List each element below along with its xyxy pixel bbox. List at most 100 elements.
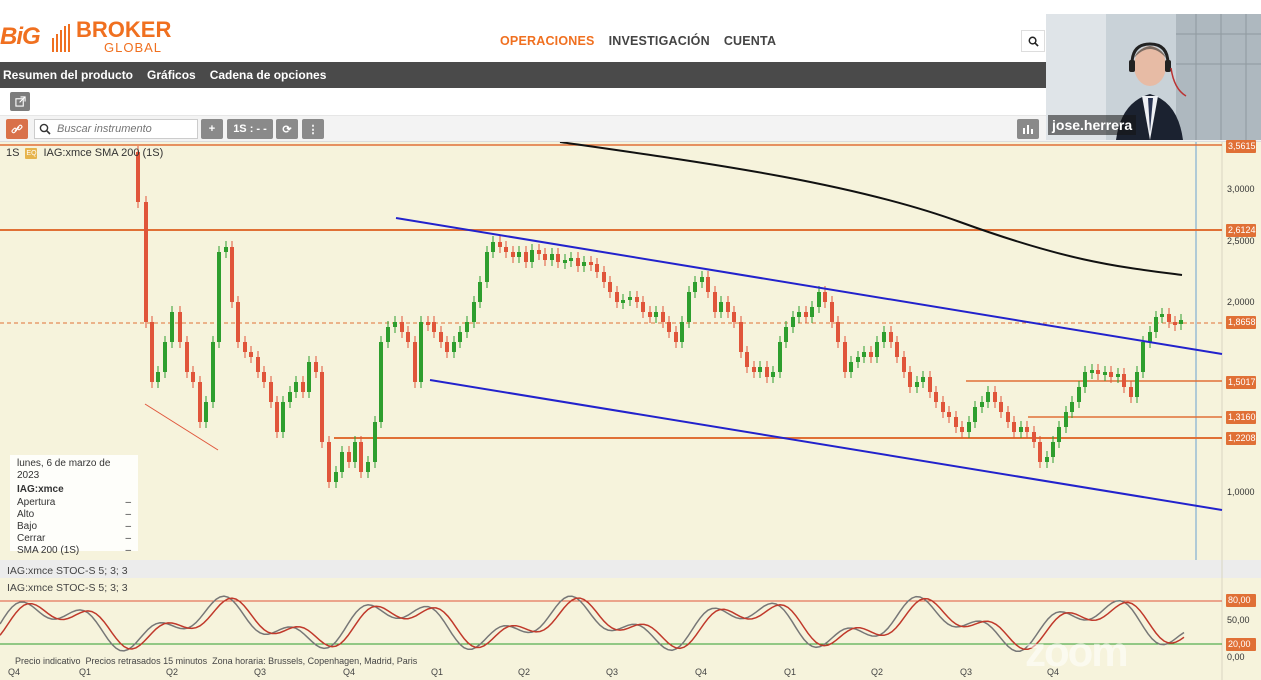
candle-body	[784, 327, 788, 342]
chart-symbol-line: IAG:xmce SMA 200 (1S)	[43, 147, 164, 159]
candle-body	[1083, 372, 1087, 387]
candle-body	[661, 312, 665, 322]
candle-body	[419, 322, 423, 382]
candle-body	[452, 342, 456, 352]
tooltip-symbol: IAG:xmce	[17, 484, 64, 495]
nav-operaciones[interactable]: OPERACIONES	[500, 34, 595, 48]
candle-body	[359, 442, 363, 472]
more-options-button[interactable]: ⋮	[302, 119, 324, 139]
candle-body	[458, 332, 462, 342]
candle-body	[1167, 314, 1171, 322]
candle-body	[340, 452, 344, 472]
candle-body	[163, 342, 167, 372]
price-level-label: 1,8658	[1226, 316, 1256, 329]
tab-cadena-opciones[interactable]: Cadena de opciones	[210, 68, 327, 82]
add-instrument-button[interactable]: +	[201, 119, 223, 139]
candle-body	[908, 372, 912, 387]
candle-body	[1135, 372, 1139, 397]
refresh-button[interactable]: ⟳	[276, 119, 298, 139]
candle-body	[621, 300, 625, 303]
candle-body	[543, 254, 547, 260]
global-logo-text: GLOBAL	[104, 40, 163, 55]
price-axis-tick: 2,0000	[1227, 297, 1255, 307]
candle-body	[1032, 432, 1036, 442]
candle-body	[654, 312, 658, 317]
candle-body	[1109, 372, 1113, 377]
candle-body	[934, 392, 938, 402]
tooltip-label: SMA 200 (1S)	[17, 545, 80, 556]
search-icon	[1028, 36, 1039, 47]
instrument-search-field[interactable]	[34, 119, 198, 139]
stoch-level-label: 20,00	[1226, 638, 1256, 651]
candle-body	[830, 302, 834, 322]
candle-body	[1045, 457, 1049, 462]
candle-body	[641, 302, 645, 312]
candle-body	[915, 382, 919, 387]
tooltip-label: Cerrar	[17, 533, 46, 544]
candle-body	[485, 252, 489, 282]
candle-body	[288, 392, 292, 402]
candle-body	[615, 292, 619, 302]
candle-body	[635, 297, 639, 302]
candle-body	[1179, 320, 1183, 324]
candle-body	[537, 250, 541, 254]
external-link-icon	[14, 96, 26, 107]
price-axis-tick: 3,0000	[1227, 184, 1255, 194]
tab-graficos[interactable]: Gráficos	[147, 68, 196, 82]
candle-body	[236, 302, 240, 342]
candle-body	[765, 367, 769, 377]
candle-body	[928, 377, 932, 392]
nav-cuenta[interactable]: CUENTA	[724, 34, 776, 48]
chart-canvas[interactable]	[0, 142, 1261, 680]
candle-body	[856, 357, 860, 362]
tooltip-label: Alto	[17, 509, 35, 520]
tooltip-date: lunes, 6 de marzo de 2023	[17, 458, 111, 481]
footer-delay: Precios retrasados 15 minutos	[85, 656, 208, 666]
candle-body	[1141, 342, 1145, 372]
candle-body	[862, 352, 866, 357]
xaxis-label: Q3	[960, 667, 973, 677]
candle-body	[732, 312, 736, 322]
nav-investigacion[interactable]: INVESTIGACIÓN	[609, 34, 710, 48]
price-level-label: 1,5017	[1226, 376, 1256, 389]
big-logo[interactable]: BiG	[0, 23, 41, 51]
tab-resumen-producto[interactable]: Resumen del producto	[3, 68, 133, 82]
candle-body	[301, 382, 305, 392]
candle-body	[504, 247, 508, 252]
candle-body	[198, 382, 202, 422]
external-link-button[interactable]	[10, 92, 30, 111]
candle-body	[1038, 442, 1042, 462]
candle-body	[595, 264, 599, 272]
tooltip-row: Cerrar –	[17, 533, 131, 545]
sma200-line	[559, 142, 1183, 276]
candle-body	[294, 382, 298, 392]
instrument-search-input[interactable]	[57, 123, 187, 135]
period-selector-button[interactable]: 1S : - -	[227, 119, 273, 139]
candle-body	[249, 352, 253, 357]
candle-body	[810, 307, 814, 317]
candle-body	[804, 312, 808, 317]
candle-body	[393, 322, 397, 327]
search-icon	[39, 123, 51, 135]
candle-body	[1051, 442, 1055, 457]
price-chart[interactable]: 1S EQ IAG:xmce SMA 200 (1S) 3,5615 3,000…	[0, 140, 1261, 680]
chart-type-button[interactable]	[1017, 119, 1039, 139]
candle-body	[386, 327, 390, 342]
nav-search-button[interactable]	[1021, 30, 1045, 52]
candle-body	[1006, 412, 1010, 422]
candle-body	[882, 332, 886, 342]
tooltip-row: Apertura –	[17, 497, 131, 509]
candle-body	[817, 292, 821, 307]
candle-body	[230, 247, 234, 302]
link-instrument-button[interactable]	[6, 119, 28, 139]
chart-period: 1S	[6, 147, 20, 159]
candle-body	[797, 312, 801, 317]
stoch-axis-tick: 0,00	[1227, 652, 1245, 662]
candle-body	[674, 332, 678, 342]
candle-body	[648, 312, 652, 317]
candle-body	[791, 317, 795, 327]
xaxis-label: Q4	[8, 667, 21, 677]
product-tabs-bar: Resumen del producto Gráficos Cadena de …	[0, 62, 1048, 88]
candle-body	[445, 342, 449, 352]
tooltip-row: Bajo –	[17, 521, 131, 533]
